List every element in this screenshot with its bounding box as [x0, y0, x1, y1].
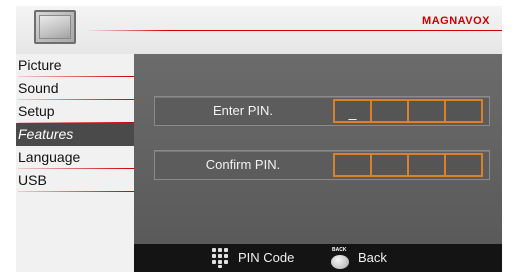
- pin-digit-box[interactable]: [444, 99, 483, 123]
- enter-pin-label: Enter PIN.: [213, 103, 273, 118]
- header-divider: [86, 30, 502, 31]
- pin-digit-box[interactable]: [333, 153, 372, 177]
- sidebar-item-label: Setup: [18, 103, 55, 119]
- menu-divider: [18, 191, 134, 192]
- footer-bar: PIN Code BACK Back: [134, 244, 502, 272]
- enter-pin-input[interactable]: _: [333, 99, 483, 123]
- sidebar-item-setup[interactable]: Setup: [16, 100, 134, 123]
- sidebar-item-features[interactable]: Features: [16, 123, 134, 146]
- confirm-pin-label: Confirm PIN.: [205, 157, 281, 172]
- confirm-pin-input[interactable]: [333, 153, 483, 177]
- sidebar-item-usb[interactable]: USB: [16, 169, 134, 192]
- confirm-pin-row: Confirm PIN.: [154, 150, 490, 180]
- sidebar-menu: Picture Sound Setup Features Language US…: [16, 54, 134, 272]
- back-button-icon[interactable]: BACK: [330, 247, 352, 270]
- sidebar-item-sound[interactable]: Sound: [16, 77, 134, 100]
- pin-digit-box[interactable]: [444, 153, 483, 177]
- back-label: Back: [358, 250, 387, 265]
- sidebar-item-label: Sound: [18, 80, 59, 96]
- enter-pin-row: Enter PIN. _: [154, 96, 490, 126]
- tv-menu-screen: MAGNAVOX Picture Sound Setup Features La…: [16, 6, 502, 272]
- brand-logo: MAGNAVOX: [422, 15, 490, 27]
- sidebar-item-label: Features: [18, 126, 74, 142]
- pin-digit-box[interactable]: _: [333, 99, 372, 123]
- pin-digit-box[interactable]: [407, 153, 446, 177]
- sidebar-item-label: Picture: [18, 57, 62, 73]
- back-circle-icon: [331, 255, 349, 269]
- pin-panel: Enter PIN. _ Confirm PIN.: [134, 54, 502, 244]
- pin-digit-box[interactable]: [370, 153, 409, 177]
- keypad-icon: [212, 248, 230, 268]
- sidebar-item-picture[interactable]: Picture: [16, 54, 134, 77]
- tv-icon: [34, 10, 76, 44]
- back-tag: BACK: [332, 247, 347, 253]
- sidebar-item-label: Language: [18, 149, 81, 165]
- header: MAGNAVOX: [16, 6, 502, 54]
- pin-digit-box[interactable]: [370, 99, 409, 123]
- pin-digit-box[interactable]: [407, 99, 446, 123]
- sidebar-item-label: USB: [18, 172, 47, 188]
- pin-code-label: PIN Code: [238, 250, 295, 265]
- sidebar-item-language[interactable]: Language: [16, 146, 134, 169]
